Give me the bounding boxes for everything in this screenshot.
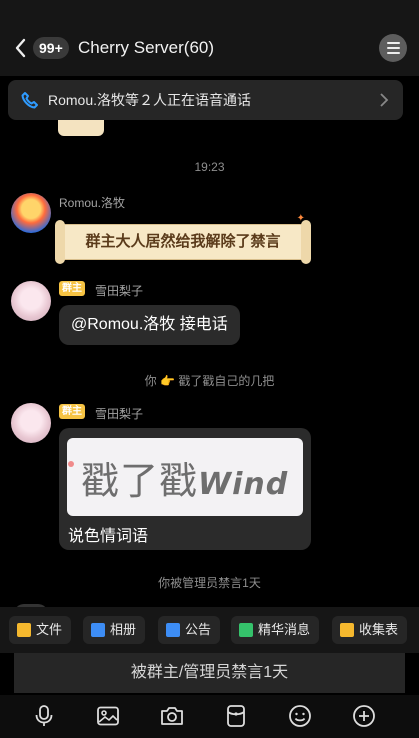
message-timestamp: 19:23 — [194, 160, 225, 174]
tool-label: 公告 — [185, 622, 212, 637]
camera-icon[interactable] — [159, 703, 185, 729]
image-icon[interactable] — [95, 703, 121, 729]
tool-album[interactable]: 相册 — [83, 616, 146, 644]
sender-name: 雪田梨子 — [95, 407, 144, 421]
tool-label: 精华消息 — [258, 622, 311, 637]
avatar[interactable] — [11, 281, 51, 321]
owner-role-badge: 群主 — [59, 404, 85, 419]
group-tools-bar: 文件 相册 公告 精华消息 收集表 — [0, 607, 419, 653]
system-message: 你 👉 戳了戳自己的几把 — [0, 372, 419, 389]
chat-title[interactable]: Cherry Server(60) — [78, 37, 214, 59]
phone-call-icon — [21, 92, 38, 109]
message-text: 说色情词语 — [68, 528, 149, 545]
form-icon — [340, 623, 354, 637]
tool-files[interactable]: 文件 — [9, 616, 72, 644]
red-packet-icon[interactable] — [223, 703, 249, 729]
decoration-dot — [68, 461, 74, 467]
tool-essence[interactable]: 精华消息 — [231, 616, 320, 644]
bottom-icon-bar — [0, 695, 419, 738]
folder-icon — [17, 623, 31, 637]
voice-call-text: Romou.洛牧等２人正在语音通话 — [48, 92, 252, 108]
unread-count-badge[interactable]: 99+ — [33, 37, 69, 59]
emoji-icon[interactable] — [287, 703, 313, 729]
tool-announcement[interactable]: 公告 — [158, 616, 221, 644]
avatar[interactable] — [11, 193, 51, 233]
chat-message-list[interactable]: 19:23 Romou.洛牧 ✦ 群主大人居然给我解除了禁言 群主 雪田梨子 @… — [0, 76, 419, 607]
message-bubble[interactable]: @Romou.洛牧 接电话 — [59, 305, 240, 345]
system-text: 戳了戳自己的几把 — [178, 374, 275, 388]
image-caption-text: 戳了戳Wind — [81, 461, 289, 503]
sparkle-icon: ✦ — [296, 213, 305, 224]
sender-name: 雪田梨子 — [95, 284, 144, 298]
chevron-right-icon — [380, 93, 389, 107]
scroll-sticker-bubble[interactable]: ✦ 群主大人居然给我解除了禁言 — [55, 213, 311, 264]
menu-icon[interactable] — [379, 34, 407, 62]
microphone-icon[interactable] — [31, 703, 57, 729]
owner-role-badge: 群主 — [59, 281, 85, 296]
image-message-bubble[interactable]: 戳了戳Wind 说色情词语 — [59, 428, 311, 550]
chat-header: 99+ Cherry Server(60) — [0, 0, 419, 76]
avatar[interactable] — [11, 403, 51, 443]
tool-label: 文件 — [36, 622, 63, 637]
pointing-hand-icon: 👉 — [160, 374, 175, 388]
sender-name: Romou.洛牧 — [59, 196, 126, 210]
message-image[interactable]: 戳了戳Wind — [67, 438, 303, 516]
muted-input-box: 被群主/管理员禁言1天 — [14, 653, 405, 693]
message-text: 群主大人居然给我解除了禁言 — [85, 233, 281, 250]
tool-label: 收集表 — [359, 622, 399, 637]
tool-label: 相册 — [110, 622, 137, 637]
back-arrow-icon[interactable] — [12, 36, 30, 60]
system-message: 你被管理员禁言1天 — [158, 576, 261, 590]
message-text: @Romou.洛牧 接电话 — [71, 316, 228, 333]
voice-call-banner[interactable]: Romou.洛牧等２人正在语音通话 — [8, 80, 403, 120]
plus-icon[interactable] — [351, 703, 377, 729]
announcement-icon — [166, 623, 180, 637]
system-text: 你 — [144, 374, 157, 388]
album-icon — [91, 623, 105, 637]
tool-collection-form[interactable]: 收集表 — [332, 616, 408, 644]
essence-icon — [239, 623, 253, 637]
